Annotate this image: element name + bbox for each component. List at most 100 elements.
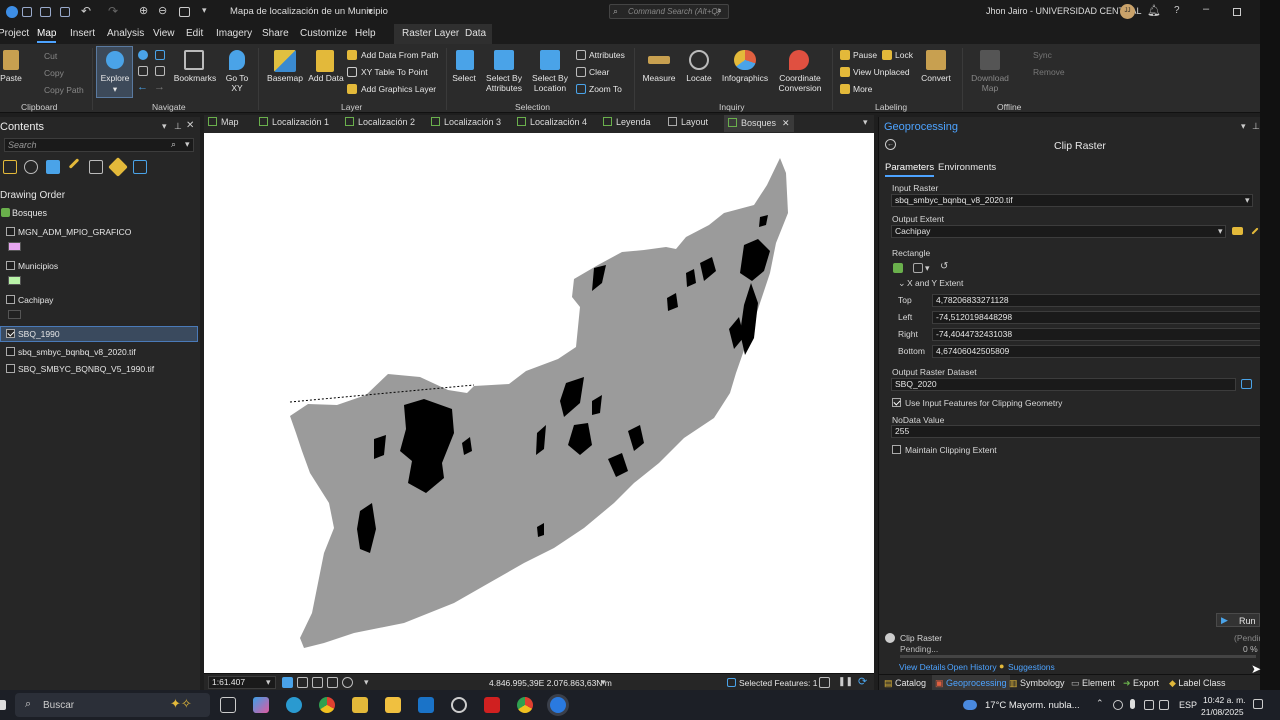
output-extent-field[interactable]: Cachipay <box>891 225 1226 238</box>
cut-button[interactable]: Cut <box>44 51 57 61</box>
select-by-attributes-button[interactable]: Select By Attributes <box>484 73 524 93</box>
grid-toggle-icon[interactable] <box>282 677 293 688</box>
fixed-zoom-out-icon[interactable] <box>155 66 165 76</box>
lock-button[interactable]: Lock <box>895 50 913 60</box>
chrome-icon[interactable] <box>319 697 335 713</box>
menu-project[interactable]: Project <box>0 28 29 39</box>
back-button[interactable]: ← <box>885 139 896 150</box>
run-button[interactable]: ▶ Run <box>1216 613 1260 627</box>
menu-customize[interactable]: Customize <box>300 28 347 39</box>
selected-features[interactable]: Selected Features: 1 <box>739 678 817 688</box>
coordinate-conversion-button[interactable]: Coordinate Conversion <box>775 73 825 93</box>
tray-icon-3[interactable] <box>1159 700 1169 710</box>
extent-paste-icon[interactable] <box>913 263 923 273</box>
weather-text[interactable]: 17°C Mayorm. nubla... <box>985 700 1080 711</box>
bottom-field[interactable]: 4,67406042505809 <box>932 345 1262 358</box>
save-icon[interactable] <box>60 7 70 17</box>
rotation-icon[interactable] <box>342 677 353 688</box>
list-by-editing-icon[interactable] <box>68 158 80 169</box>
list-by-snapping-icon[interactable] <box>89 160 103 174</box>
snapping-toggle-icon[interactable] <box>297 677 308 688</box>
redo-icon[interactable]: ↷ <box>108 4 118 18</box>
coordinate-units-chevron-icon[interactable]: ▾ <box>601 677 606 688</box>
menu-help[interactable]: Help <box>355 28 376 39</box>
tab-localizacion-1[interactable]: Localización 1 <box>259 117 329 132</box>
scale-dropdown-icon[interactable]: ▾ <box>266 677 271 688</box>
user-name[interactable]: Jhon Jairo - UNIVERSIDAD CENTRAL <box>986 6 1142 16</box>
layer-visibility-checkbox[interactable] <box>6 227 15 236</box>
measure-button[interactable]: Measure <box>638 73 680 83</box>
output-browse-icon[interactable] <box>1241 379 1252 389</box>
tab-symbology[interactable]: ▥ Symbology <box>1009 678 1065 689</box>
tab-bosques[interactable]: Bosques ✕ <box>724 115 794 132</box>
layer-visibility-checkbox[interactable] <box>6 347 15 356</box>
browse-folder-icon[interactable] <box>1232 227 1243 235</box>
edge-icon[interactable] <box>286 697 302 713</box>
customize-qat-icon[interactable]: ▾ <box>202 5 207 16</box>
tab-export[interactable]: ➜ Export <box>1123 678 1159 689</box>
left-field[interactable]: -74,5120198448298 <box>932 311 1262 324</box>
pane-options-icon[interactable]: ▾ <box>162 121 167 132</box>
copy-button[interactable]: Copy <box>44 68 64 78</box>
clear-button[interactable]: Clear <box>589 67 609 77</box>
input-raster-field[interactable]: sbq_smbyc_bqnbq_v8_2020.tif <box>891 194 1253 207</box>
use-input-features-checkbox[interactable] <box>892 398 901 407</box>
open-project-icon[interactable] <box>40 7 51 17</box>
goto-xy-button[interactable]: Go To XY <box>222 73 252 93</box>
list-by-selection-icon[interactable] <box>46 160 60 174</box>
taskbar-search[interactable]: ⌕ Buscar ✦✧ <box>15 693 210 717</box>
xy-extent-label[interactable]: X and Y Extent <box>907 278 963 288</box>
refresh-icon[interactable]: ⟳ <box>858 675 867 688</box>
select-button[interactable]: Select <box>448 73 480 83</box>
menu-imagery[interactable]: Imagery <box>216 28 252 39</box>
pin-icon[interactable]: ⊥ <box>1252 121 1260 132</box>
add-data-button[interactable]: Add Data <box>308 73 344 83</box>
chrome-2-icon[interactable] <box>517 697 533 713</box>
tray-chevron-icon[interactable]: ⌃ <box>1096 698 1104 709</box>
navigation-icon[interactable] <box>327 677 338 688</box>
tab-catalog[interactable]: ▤ Catalog <box>884 678 926 689</box>
maintain-extent-checkbox[interactable] <box>892 445 901 454</box>
back-icon[interactable]: ← <box>137 81 148 93</box>
open-history-link[interactable]: Open History <box>947 662 997 672</box>
menu-insert[interactable]: Insert <box>70 28 95 39</box>
output-extent-dropdown-icon[interactable]: ▾ <box>1218 226 1223 237</box>
menu-share[interactable]: Share <box>262 28 289 39</box>
start-icon[interactable] <box>0 700 6 710</box>
tab-map[interactable]: Map <box>208 117 239 132</box>
view-details-link[interactable]: View Details <box>899 662 946 672</box>
copilot-icon[interactable] <box>253 697 269 713</box>
microphone-icon[interactable] <box>1130 699 1135 709</box>
zoom-out-icon[interactable]: ⊖ <box>158 4 167 17</box>
tab-geoprocessing[interactable]: ▣ Geoprocessing <box>932 675 1010 691</box>
file-explorer-icon[interactable] <box>385 697 401 713</box>
map-tools-chevron-icon[interactable]: ▾ <box>364 677 369 688</box>
top-field[interactable]: 4,78206833271128 <box>932 294 1262 307</box>
fixed-zoom-in-icon[interactable] <box>138 66 148 76</box>
copy-path-button[interactable]: Copy Path <box>44 85 84 95</box>
outlook-icon[interactable] <box>418 697 434 713</box>
job-name[interactable]: Clip Raster <box>900 633 942 643</box>
tray-icon-2[interactable] <box>1144 700 1154 710</box>
zoom-in-icon[interactable]: ⊕ <box>139 4 148 17</box>
tab-label-class[interactable]: ◆ Label Class <box>1169 678 1225 689</box>
tab-localizacion-2[interactable]: Localización 2 <box>345 117 415 132</box>
layout-icon[interactable] <box>179 7 190 17</box>
suggestions-link[interactable]: Suggestions <box>1008 662 1055 672</box>
undo-icon[interactable]: ↶ <box>81 4 91 18</box>
map-name[interactable]: Bosques <box>12 208 47 218</box>
basemap-button[interactable]: Basemap <box>264 73 306 83</box>
layer-visibility-checkbox[interactable] <box>6 329 15 338</box>
tray-icon-1[interactable] <box>1113 700 1123 710</box>
tab-parameters[interactable]: Parameters <box>885 162 935 177</box>
maximize-icon[interactable] <box>1233 8 1241 16</box>
xy-extent-chevron-icon[interactable]: ⌄ <box>898 278 906 289</box>
tab-leyenda[interactable]: Leyenda <box>603 117 651 132</box>
language-indicator[interactable]: ESP <box>1179 700 1197 710</box>
pane-options-icon[interactable]: ▾ <box>1241 121 1246 132</box>
extent-paste-chevron-icon[interactable]: ▾ <box>925 263 930 274</box>
layer-symbol-swatch[interactable] <box>8 242 21 251</box>
notifications-icon[interactable] <box>1253 699 1263 709</box>
menu-map[interactable]: Map <box>37 28 57 43</box>
list-by-drawing-order-icon[interactable] <box>3 160 17 174</box>
